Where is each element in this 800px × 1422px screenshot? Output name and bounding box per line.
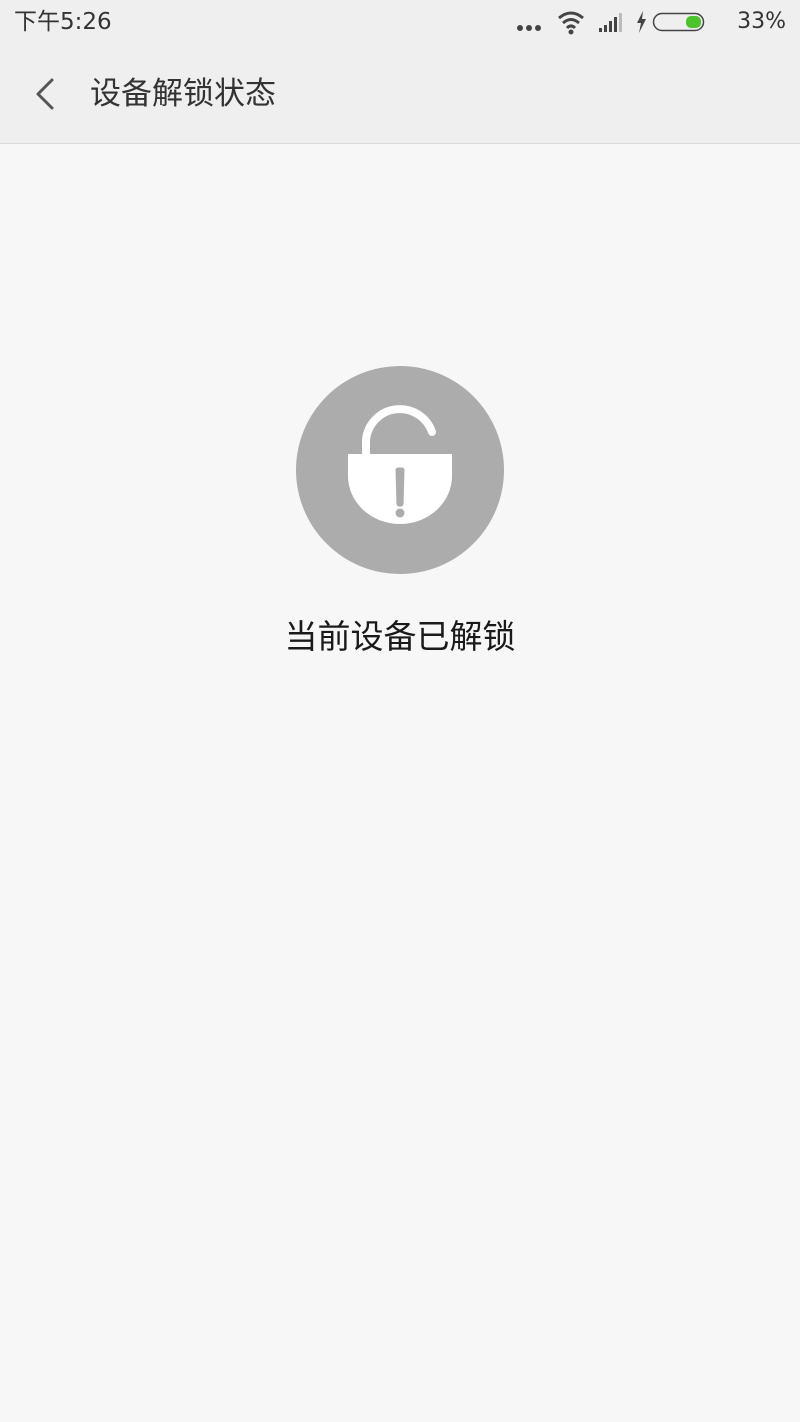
charging-icon xyxy=(637,11,646,33)
page-title: 设备解锁状态 xyxy=(90,76,276,112)
unlock-status-message: 当前设备已解锁 xyxy=(284,617,516,656)
wifi-icon xyxy=(558,11,584,35)
battery-percentage: 33% xyxy=(737,9,786,34)
status-time: 下午5:26 xyxy=(14,9,112,35)
title-bar: 设备解锁状态 xyxy=(0,44,800,144)
signal-icon xyxy=(599,13,622,32)
unlocked-padlock-warning-icon xyxy=(348,405,452,524)
more-dots-icon xyxy=(517,25,541,31)
status-icons: 33% xyxy=(516,8,786,36)
unlock-status-badge xyxy=(296,366,504,574)
battery-icon xyxy=(652,12,705,32)
back-button[interactable] xyxy=(20,64,72,124)
device-unlock-status-screen: 下午5:26 33% 设备解锁状态 当前设备已解锁 xyxy=(0,0,800,1422)
main-content: 当前设备已解锁 xyxy=(0,144,800,1422)
status-bar: 下午5:26 33% xyxy=(0,0,800,44)
chevron-left-icon xyxy=(36,78,54,110)
